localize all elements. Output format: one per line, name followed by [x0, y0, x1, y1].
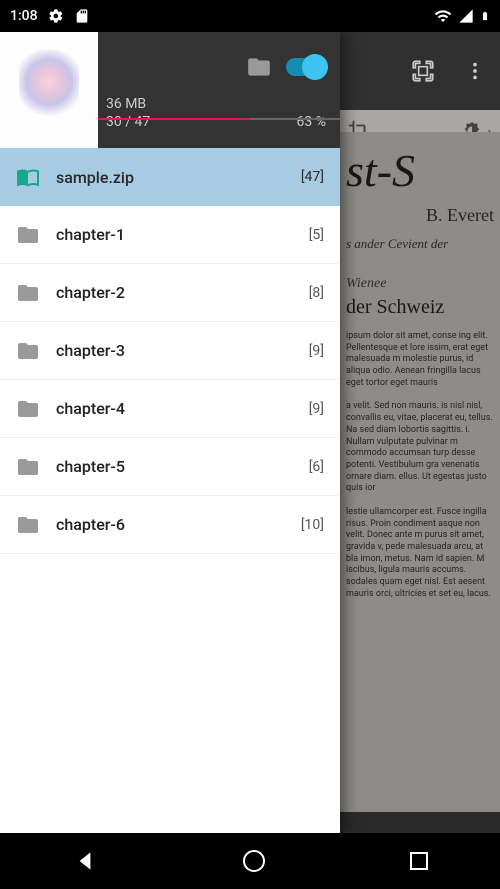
gear-icon [48, 8, 64, 24]
doc-section-heading: der Schweiz [346, 296, 494, 319]
drawer-header: 36 MB 30 / 47 63 % [0, 32, 340, 148]
doc-subtitle: s ander Cevient der [346, 236, 494, 252]
app-top-bar [340, 32, 500, 110]
folder-icon [16, 397, 40, 421]
list-item[interactable]: chapter-1 [5] [0, 206, 340, 264]
item-count: [5] [309, 227, 324, 243]
folder-icon [16, 455, 40, 479]
book-thumbnail[interactable] [0, 32, 98, 148]
item-count: [6] [309, 459, 324, 475]
chapter-list: sample.zip[47]chapter-1[5]chapter-2[8]ch… [0, 148, 340, 833]
book-icon [16, 165, 40, 189]
fullscreen-icon[interactable] [410, 58, 436, 84]
signal-icon [458, 8, 474, 24]
android-nav-bar [0, 833, 500, 889]
file-size: 36 MB [106, 96, 326, 112]
item-label: chapter-4 [56, 399, 293, 418]
item-count: [9] [309, 401, 324, 417]
item-count: [8] [309, 285, 324, 301]
thumbnail-art [19, 50, 79, 130]
doc-section-sub: Wienee [346, 276, 494, 292]
folder-icon [16, 339, 40, 363]
item-count: [9] [309, 343, 324, 359]
list-item[interactable]: chapter-6 [10] [0, 496, 340, 554]
item-label: sample.zip [56, 168, 285, 187]
item-label: chapter-5 [56, 457, 293, 476]
navigation-drawer: 36 MB 30 / 47 63 % sample.zip [47] chapter… [0, 32, 340, 833]
item-count: [47] [301, 169, 324, 185]
doc-title: st-S [346, 144, 494, 197]
list-item[interactable]: chapter-3 [9] [0, 322, 340, 380]
document-page[interactable]: st-S B. Everet s ander Cevient der Wiene… [340, 132, 500, 812]
item-count: [10] [301, 517, 324, 533]
sd-card-icon [74, 8, 90, 24]
home-button[interactable] [243, 850, 265, 872]
battery-icon [480, 7, 490, 25]
list-item[interactable]: chapter-5 [6] [0, 438, 340, 496]
item-label: chapter-2 [56, 283, 293, 302]
status-time: 1:08 [10, 8, 38, 24]
doc-author: B. Everet [346, 205, 494, 226]
progress-percent: 63 % [297, 114, 326, 130]
doc-body-2: a velit. Sed non mauris. is nisl nisl, c… [346, 401, 494, 495]
item-label: chapter-6 [56, 515, 285, 534]
item-label: chapter-1 [56, 225, 293, 244]
recent-button[interactable] [410, 852, 428, 870]
toggle-switch[interactable] [286, 58, 326, 76]
back-button[interactable] [72, 848, 98, 874]
list-item[interactable]: chapter-4 [9] [0, 380, 340, 438]
list-item[interactable]: sample.zip [47] [0, 148, 340, 206]
list-item[interactable]: chapter-2 [8] [0, 264, 340, 322]
doc-body-3: lestie ullamcorper est. Fusce ingilla ri… [346, 507, 494, 601]
folder-icon [16, 513, 40, 537]
more-icon[interactable] [464, 60, 486, 82]
folder-icon [16, 281, 40, 305]
doc-body-1: ipsum dolor sit amet, conse ing elit. Pe… [346, 331, 494, 389]
status-bar: 1:08 [0, 0, 500, 32]
item-label: chapter-3 [56, 341, 293, 360]
folder-icon[interactable] [246, 54, 272, 80]
progress-bar [98, 118, 340, 120]
folder-icon [16, 223, 40, 247]
progress-pages: 30 / 47 [106, 114, 150, 130]
wifi-icon [434, 7, 452, 25]
